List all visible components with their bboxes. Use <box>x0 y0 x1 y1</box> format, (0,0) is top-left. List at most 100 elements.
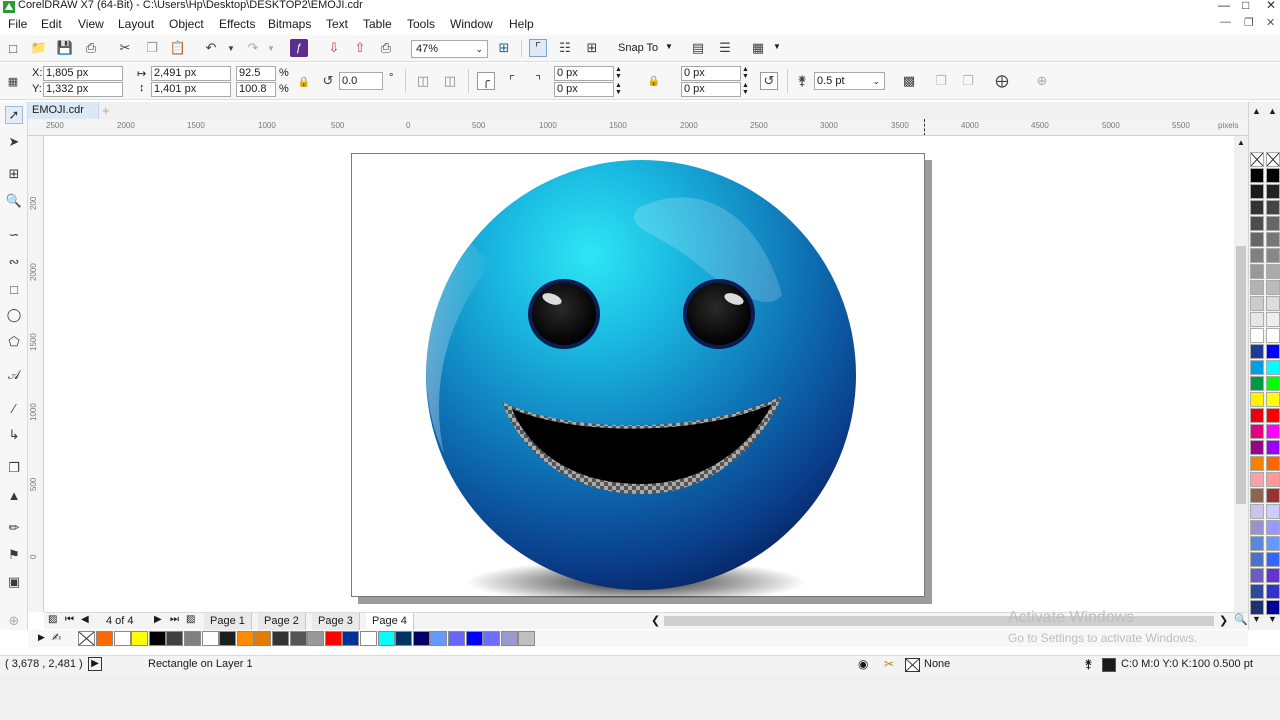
palette-color-swatch[interactable] <box>1266 168 1280 183</box>
palette-color-swatch[interactable] <box>1266 360 1280 375</box>
mirror-vertical-icon[interactable]: ◫ <box>441 72 459 90</box>
color-swatch[interactable] <box>307 631 325 646</box>
palette-color-swatch[interactable] <box>1266 344 1280 359</box>
palette-color-swatch[interactable] <box>1250 312 1264 327</box>
object-origin-icon[interactable]: ▦ <box>4 72 22 90</box>
zoom-level-select[interactable]: 47% ⌄ <box>411 40 488 58</box>
corner-bottom-left-input[interactable]: 0 px <box>554 82 614 97</box>
palette-color-swatch[interactable] <box>1266 408 1280 423</box>
palette-color-swatch[interactable] <box>1266 312 1280 327</box>
scroll-up-icon[interactable]: ▲ <box>1237 138 1245 147</box>
document-tab[interactable]: EMOJI.cdr <box>28 102 99 119</box>
mirror-horizontal-icon[interactable]: ◫ <box>414 72 432 90</box>
horizontal-ruler[interactable]: 2500 2000 1500 1000 500 0 500 1000 1500 … <box>28 119 1248 136</box>
menu-layout[interactable]: Layout <box>118 17 154 31</box>
eyedropper-icon[interactable]: ✍ <box>52 631 61 644</box>
color-swatch[interactable] <box>360 631 377 646</box>
show-guidelines-icon[interactable]: ⊞ <box>583 39 601 57</box>
doc-close-icon[interactable]: ✕ <box>1266 16 1275 29</box>
outline-color-swatch[interactable] <box>1102 658 1116 672</box>
color-swatch[interactable] <box>430 631 448 646</box>
palette-up-icon[interactable]: ▲ <box>1268 106 1277 116</box>
full-screen-preview-icon[interactable]: ⊞ <box>495 39 513 57</box>
palette-color-swatch[interactable] <box>1266 376 1280 391</box>
palette-color-swatch[interactable] <box>1250 168 1264 183</box>
palette-color-swatch[interactable] <box>1250 536 1264 551</box>
no-color-swatch[interactable] <box>1250 152 1264 167</box>
palette-color-swatch[interactable] <box>1250 600 1264 615</box>
cut-icon[interactable]: ✂ <box>116 39 134 57</box>
add-page-before-icon[interactable]: ▨ <box>48 614 57 625</box>
menu-text[interactable]: Text <box>326 17 348 31</box>
add-tool-icon[interactable]: ⊕ <box>5 612 23 630</box>
color-swatch[interactable] <box>201 631 219 646</box>
palette-color-swatch[interactable] <box>1250 232 1264 247</box>
smart-fill-tool-icon[interactable]: ▣ <box>5 573 23 591</box>
menu-edit[interactable]: Edit <box>41 17 62 31</box>
zoom-tool-icon[interactable]: 🔍 <box>5 192 23 210</box>
menu-window[interactable]: Window <box>450 17 493 31</box>
open-folder-icon[interactable]: 📁 <box>30 39 48 57</box>
paste-icon[interactable]: 📋 <box>169 39 187 57</box>
palette-color-swatch[interactable] <box>1250 184 1264 199</box>
menu-help[interactable]: Help <box>509 17 534 31</box>
palette-color-swatch[interactable] <box>1266 488 1280 503</box>
palette-color-swatch[interactable] <box>1250 424 1264 439</box>
palette-down-icon[interactable]: ▼ <box>1268 614 1277 624</box>
parallel-dimension-tool-icon[interactable]: ∕ <box>5 399 23 417</box>
drawing-canvas[interactable] <box>44 136 1234 612</box>
color-swatch[interactable] <box>412 631 430 646</box>
no-color-swatch[interactable] <box>78 631 95 646</box>
palette-color-swatch[interactable] <box>1250 584 1264 599</box>
menu-bitmaps[interactable]: Bitmaps <box>268 17 311 31</box>
outline-pen-icon[interactable]: ⚵ <box>1084 657 1093 671</box>
menu-view[interactable]: View <box>78 17 104 31</box>
rectangle-tool-icon[interactable]: □ <box>5 280 23 298</box>
close-icon[interactable]: ✕ <box>1266 0 1276 12</box>
round-corner-icon[interactable]: ╭ <box>477 72 495 90</box>
redo-dropdown-icon[interactable]: ▼ <box>262 39 280 57</box>
scalloped-corner-icon[interactable]: ⌜ <box>503 72 521 90</box>
lock-ratio-icon[interactable]: 🔒 <box>295 73 313 91</box>
shape-tool-icon[interactable]: ➤ <box>5 133 23 151</box>
outline-width-select[interactable]: 0.5 pt ⌄ <box>814 72 885 90</box>
palette-color-swatch[interactable] <box>1266 184 1280 199</box>
play-icon[interactable]: ▶ <box>88 657 102 671</box>
snap-to-dropdown-icon[interactable]: ▼ <box>665 42 673 51</box>
palette-color-swatch[interactable] <box>1266 472 1280 487</box>
color-swatch[interactable] <box>324 631 342 646</box>
palette-color-swatch[interactable] <box>1266 520 1280 535</box>
vertical-scroll-thumb[interactable] <box>1236 246 1246 504</box>
palette-color-swatch[interactable] <box>1266 568 1280 583</box>
color-swatch[interactable] <box>342 631 360 646</box>
scale-x-input[interactable]: 92.5 <box>236 66 276 81</box>
color-swatch[interactable] <box>113 631 131 646</box>
undo-dropdown-icon[interactable]: ▼ <box>222 39 240 57</box>
relative-corner-scaling-icon[interactable]: ↺ <box>760 72 778 90</box>
freehand-tool-icon[interactable]: ∽ <box>5 226 23 244</box>
no-color-swatch[interactable] <box>1266 152 1280 167</box>
menu-effects[interactable]: Effects <box>219 17 255 31</box>
color-proof-icon[interactable]: ◉ <box>858 657 868 671</box>
eyedropper-tool-icon[interactable]: ✏ <box>5 519 23 537</box>
color-swatch[interactable] <box>500 631 518 646</box>
color-swatch[interactable] <box>483 631 501 646</box>
doc-minimize-icon[interactable]: — <box>1220 16 1231 28</box>
print-icon[interactable]: ⎙ <box>82 39 100 57</box>
maximize-icon[interactable]: □ <box>1242 0 1249 12</box>
color-swatch[interactable] <box>377 631 395 646</box>
ellipse-tool-icon[interactable]: ◯ <box>5 306 23 324</box>
color-swatch[interactable] <box>254 631 272 646</box>
previous-page-icon[interactable]: ◀ <box>81 614 89 625</box>
scroll-left-icon[interactable]: ❮ <box>651 614 660 627</box>
palette-color-swatch[interactable] <box>1266 296 1280 311</box>
zoom-navigator-icon[interactable]: 🔍 <box>1234 613 1248 626</box>
width-input[interactable]: 2,491 px <box>151 66 231 81</box>
palette-color-swatch[interactable] <box>1250 456 1264 471</box>
scale-y-input[interactable]: 100.8 <box>236 82 276 97</box>
polygon-tool-icon[interactable]: ⬠ <box>5 333 23 351</box>
text-tool-icon[interactable]: 𝒜 <box>5 366 23 384</box>
menu-table[interactable]: Table <box>363 17 392 31</box>
palette-color-swatch[interactable] <box>1250 216 1264 231</box>
palette-color-swatch[interactable] <box>1250 248 1264 263</box>
